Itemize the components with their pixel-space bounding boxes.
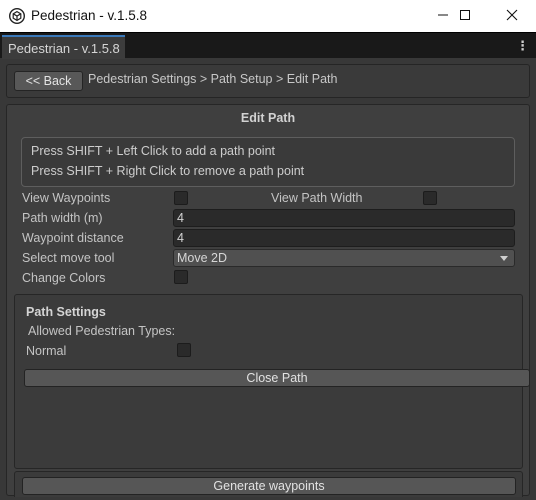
view-path-width-label: View Path Width — [271, 191, 363, 205]
maximize-button[interactable] — [442, 0, 488, 32]
maximize-icon — [459, 9, 471, 24]
close-path-button[interactable]: Close Path — [24, 369, 530, 387]
move-tool-dropdown[interactable]: Move 2D — [173, 249, 515, 267]
help-line-remove: Press SHIFT + Right Click to remove a pa… — [31, 164, 305, 178]
waypoint-distance-field[interactable]: 4 — [173, 229, 515, 247]
move-tool-label: Select move tool — [22, 251, 115, 265]
move-tool-value: Move 2D — [177, 251, 228, 265]
help-box: Press SHIFT + Left Click to add a path p… — [21, 137, 515, 187]
path-width-label: Path width (m) — [22, 211, 103, 225]
allowed-types-label: Allowed Pedestrian Types: — [28, 324, 176, 338]
editor-tabbar: Pedestrian - v.1.5.8 ⋮ — [0, 32, 536, 59]
change-colors-checkbox[interactable] — [174, 270, 188, 284]
path-settings-title: Path Settings — [26, 305, 106, 319]
panel-title: Edit Path — [240, 111, 296, 125]
tab-pedestrian[interactable]: Pedestrian - v.1.5.8 — [2, 35, 125, 59]
kebab-menu-icon[interactable]: ⋮ — [516, 39, 529, 52]
back-button[interactable]: << Back — [14, 71, 83, 91]
generate-section: Generate waypoints — [14, 471, 523, 497]
path-width-field[interactable]: 4 — [173, 209, 515, 227]
breadcrumb-path: Pedestrian Settings > Path Setup > Edit … — [88, 72, 338, 86]
waypoint-distance-label: Waypoint distance — [22, 231, 124, 245]
breadcrumb: << Back Pedestrian Settings > Path Setup… — [6, 64, 530, 98]
type-normal-checkbox[interactable] — [177, 343, 191, 357]
edit-path-panel: Edit Path Press SHIFT + Left Click to ad… — [6, 104, 530, 497]
view-path-width-checkbox[interactable] — [423, 191, 437, 205]
unity-cube-icon — [8, 7, 26, 25]
window-title: Pedestrian - v.1.5.8 — [31, 8, 148, 23]
view-waypoints-checkbox[interactable] — [174, 191, 188, 205]
type-normal-label: Normal — [26, 344, 67, 358]
chevron-down-icon — [500, 256, 508, 261]
generate-waypoints-button[interactable]: Generate waypoints — [22, 477, 516, 495]
window-titlebar: Pedestrian - v.1.5.8 — [0, 0, 536, 32]
close-button[interactable] — [489, 0, 535, 32]
close-icon — [506, 9, 518, 24]
change-colors-label: Change Colors — [22, 271, 106, 285]
help-line-add: Press SHIFT + Left Click to add a path p… — [31, 144, 275, 158]
view-waypoints-label: View Waypoints — [22, 191, 111, 205]
